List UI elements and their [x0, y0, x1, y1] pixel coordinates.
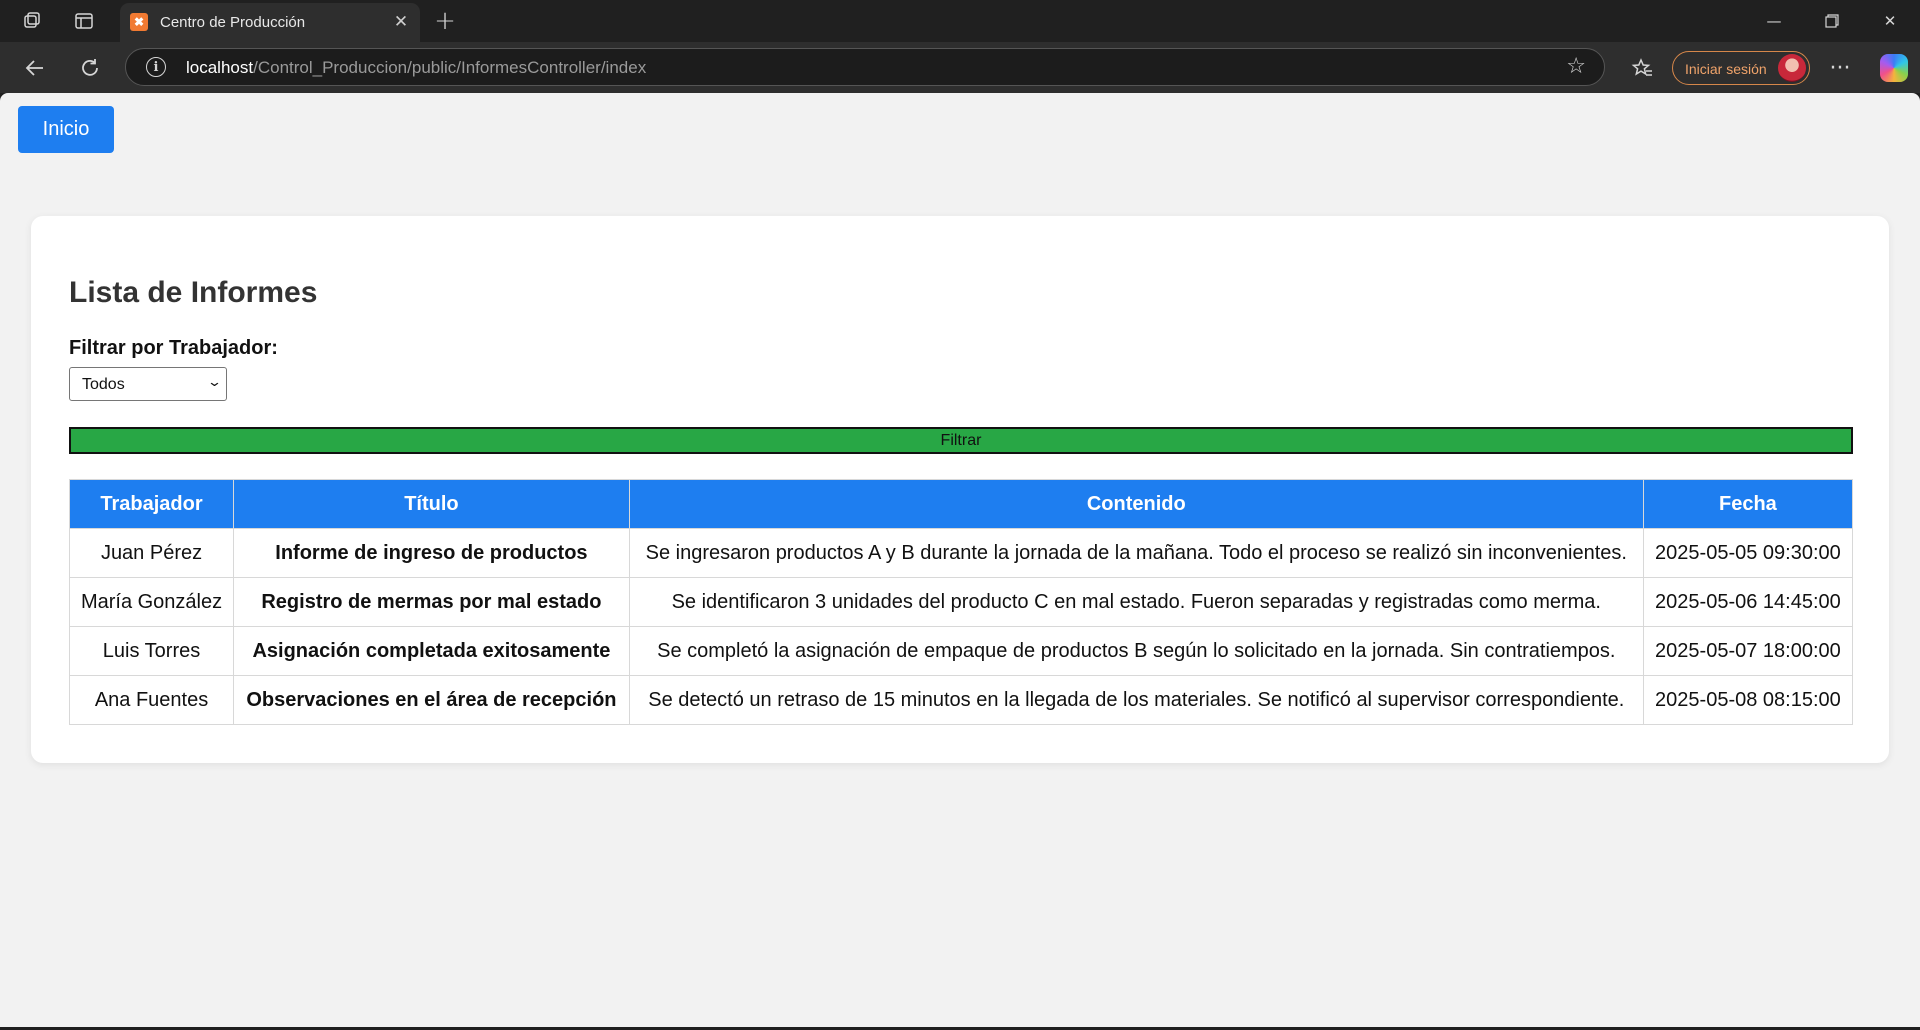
- favorites-icon[interactable]: [1627, 53, 1657, 83]
- xampp-favicon-icon: ✖: [130, 13, 148, 31]
- close-window-icon[interactable]: ✕: [1861, 0, 1919, 42]
- table-row: Juan Pérez Informe de ingreso de product…: [68, 528, 1854, 578]
- worker-filter-select[interactable]: Todos ⌄: [69, 367, 227, 401]
- table-row: Ana Fuentes Observaciones en el área de …: [68, 675, 1854, 725]
- browser-tab[interactable]: ✖ Centro de Producción ✕: [120, 3, 420, 42]
- cell-date: 2025-05-06 14:45:00: [1642, 577, 1854, 627]
- chevron-down-icon: ⌄: [206, 375, 223, 390]
- cell-title: Informe de ingreso de productos: [233, 528, 630, 578]
- reload-icon[interactable]: [75, 53, 105, 83]
- cell-worker: María González: [68, 577, 235, 627]
- info-icon[interactable]: i: [146, 57, 166, 77]
- cell-content: Se completó la asignación de empaque de …: [628, 626, 1644, 676]
- column-header-date: Fecha: [1642, 479, 1854, 529]
- tab-title: Centro de Producción: [160, 14, 306, 31]
- filter-label: Filtrar por Trabajador:: [69, 337, 278, 359]
- page-viewport: Inicio Lista de Informes Filtrar por Tra…: [0, 93, 1920, 1027]
- url-host: localhost: [186, 58, 254, 77]
- restore-icon[interactable]: [1803, 0, 1861, 42]
- url-text: localhost/Control_Produccion/public/Info…: [186, 58, 646, 78]
- cell-title: Asignación completada exitosamente: [233, 626, 630, 676]
- cell-title: Registro de mermas por mal estado: [233, 577, 630, 627]
- close-tab-icon[interactable]: ✕: [390, 11, 412, 33]
- workspaces-icon[interactable]: [20, 9, 44, 33]
- cell-date: 2025-05-07 18:00:00: [1642, 626, 1854, 676]
- cell-date: 2025-05-05 09:30:00: [1642, 528, 1854, 578]
- column-header-worker: Trabajador: [68, 479, 235, 529]
- page-title: Lista de Informes: [69, 276, 318, 309]
- table-row: María González Registro de mermas por ma…: [68, 577, 1854, 627]
- column-header-content: Contenido: [628, 479, 1644, 529]
- cell-title: Observaciones en el área de recepción: [233, 675, 630, 725]
- table-header-row: Trabajador Título Contenido Fecha: [68, 479, 1854, 529]
- signin-button[interactable]: Iniciar sesión: [1672, 51, 1810, 85]
- back-arrow-icon[interactable]: [20, 53, 50, 83]
- cell-date: 2025-05-08 08:15:00: [1642, 675, 1854, 725]
- home-button[interactable]: Inicio: [18, 106, 114, 153]
- reports-table: Trabajador Título Contenido Fecha Juan P…: [68, 479, 1854, 725]
- reports-card: Lista de Informes Filtrar por Trabajador…: [31, 216, 1889, 763]
- new-tab-icon[interactable]: +: [432, 6, 458, 36]
- column-header-title: Título: [233, 479, 630, 529]
- filter-button[interactable]: Filtrar: [69, 427, 1853, 454]
- cell-worker: Juan Pérez: [68, 528, 235, 578]
- star-icon[interactable]: ☆: [1566, 54, 1586, 79]
- address-bar[interactable]: i localhost/Control_Produccion/public/In…: [125, 48, 1605, 86]
- table-row: Luis Torres Asignación completada exitos…: [68, 626, 1854, 676]
- more-icon[interactable]: ···: [1825, 53, 1855, 83]
- url-path: /Control_Produccion/public/InformesContr…: [253, 58, 647, 77]
- cell-worker: Luis Torres: [68, 626, 235, 676]
- cell-content: Se identificaron 3 unidades del producto…: [628, 577, 1644, 627]
- browser-toolbar: i localhost/Control_Produccion/public/In…: [0, 42, 1920, 93]
- minimize-icon[interactable]: —: [1745, 0, 1803, 42]
- cell-worker: Ana Fuentes: [68, 675, 235, 725]
- cell-content: Se ingresaron productos A y B durante la…: [628, 528, 1644, 578]
- browser-tab-bar: ✖ Centro de Producción ✕ + — ✕: [0, 0, 1920, 42]
- signin-label: Iniciar sesión: [1685, 61, 1767, 77]
- worker-filter-value: Todos: [82, 376, 125, 393]
- copilot-icon[interactable]: [1880, 54, 1908, 82]
- avatar: [1778, 54, 1806, 82]
- cell-content: Se detectó un retraso de 15 minutos en l…: [628, 675, 1644, 725]
- tab-actions-icon[interactable]: [72, 9, 96, 33]
